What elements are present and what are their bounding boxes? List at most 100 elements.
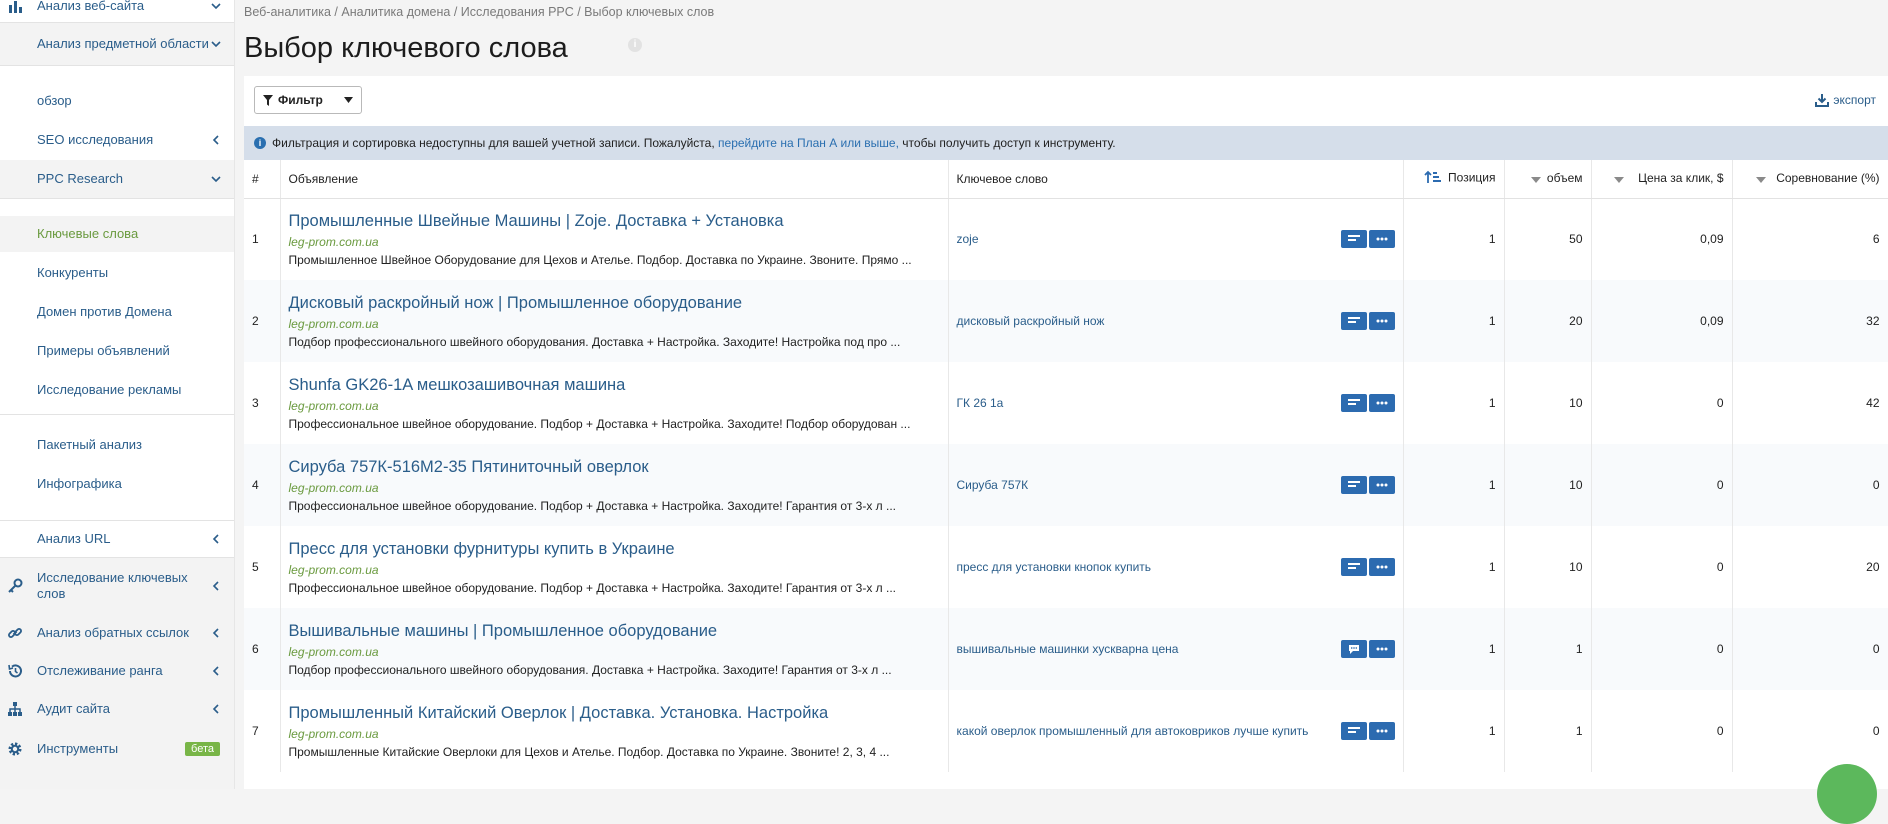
col-header-cpc-label: Цена за клик, $: [1638, 171, 1724, 186]
ad-title-link[interactable]: Дисковый раскройный нож | Промышленное о…: [289, 292, 940, 314]
sidebar-item-competitors[interactable]: Конкуренты: [0, 257, 234, 289]
sidebar-item-label: Анализ URL: [37, 531, 111, 546]
keyword-more-button[interactable]: [1368, 640, 1395, 658]
sidebar-item-backlinks[interactable]: Анализ обратных ссылок: [0, 614, 234, 652]
sidebar-item-label: SEO исследования: [37, 132, 154, 147]
ad-description: Подбор профессионального швейного оборуд…: [288, 663, 892, 677]
keyword-link[interactable]: дисковый раскройный нож: [957, 314, 1105, 328]
info-icon: i: [254, 137, 266, 149]
keyword-link[interactable]: какой оверлок промышленный для автоковри…: [957, 724, 1309, 738]
sidebar-item-domain-analysis[interactable]: Анализ предметной области: [0, 23, 234, 65]
ad-url: leg-prom.com.ua: [288, 399, 379, 413]
competition-cell: 0: [1732, 608, 1888, 690]
sidebar-item-seo-research[interactable]: SEO исследования: [0, 124, 234, 156]
volume-cell: 10: [1504, 526, 1592, 608]
sidebar-item-ppc-research[interactable]: PPC Research: [0, 160, 234, 198]
sidebar-item-rank-tracking[interactable]: Отслеживание ранга: [0, 652, 234, 690]
keyword-details-button[interactable]: [1340, 558, 1367, 576]
sidebar-item-keywords[interactable]: Ключевые слова: [0, 216, 234, 252]
sidebar-item-label: Инструменты: [37, 741, 119, 756]
col-header-num: #: [244, 160, 281, 199]
upgrade-link[interactable]: перейдите на План А или выше,: [718, 136, 899, 150]
sitemap-icon: [7, 701, 23, 717]
ad-title-link[interactable]: Shunfa GK26-1A мешкозашивочная машина: [289, 374, 940, 396]
ad-description: Профессиональное швейное оборудование. П…: [288, 581, 897, 595]
bar-chart-icon: [7, 0, 23, 14]
keyword-cell: пресс для установки кнопок купить: [948, 526, 1404, 608]
keyword-details-button[interactable]: [1340, 476, 1367, 494]
chat-widget-button[interactable]: [1817, 764, 1877, 824]
sidebar-item-tools[interactable]: Инструменты бета: [0, 728, 234, 770]
sidebar-item-ad-research[interactable]: Исследование рекламы: [0, 374, 234, 406]
keyword-details-button[interactable]: [1340, 230, 1367, 249]
keyword-cell: ГК 26 1а: [948, 362, 1404, 444]
keyword-link[interactable]: ГК 26 1а: [957, 396, 1004, 410]
sidebar-item-site-audit[interactable]: Аудит сайта: [0, 690, 234, 728]
keyword-details-button[interactable]: [1340, 640, 1367, 658]
volume-cell: 1: [1504, 690, 1592, 772]
keyword-link[interactable]: вышивальные машинки хускварна цена: [957, 642, 1179, 656]
export-button[interactable]: экспорт: [1815, 93, 1876, 107]
table-header-row: # Объявление Ключевое слово Позиция объе…: [244, 160, 1888, 199]
col-header-competition[interactable]: Соревнование (%): [1732, 160, 1888, 199]
keyword-cell: Сируба 757К: [948, 444, 1404, 526]
gear-icon: [7, 741, 23, 757]
sidebar-item-infographics[interactable]: Инфографика: [0, 468, 234, 500]
keyword-details-button[interactable]: [1340, 312, 1367, 330]
keyword-link[interactable]: zoje: [957, 232, 979, 246]
cpc-cell: 0,09: [1591, 198, 1733, 280]
chevron-left-icon: [210, 134, 222, 146]
sidebar-item-overview[interactable]: обзор: [0, 85, 234, 117]
keyword-actions: [1340, 312, 1395, 330]
col-header-cpc[interactable]: Цена за клик, $: [1591, 160, 1733, 199]
ad-url: leg-prom.com.ua: [288, 317, 379, 331]
keyword-more-button[interactable]: [1368, 476, 1395, 494]
ad-cell: Пресс для установки фурнитуры купить в У…: [280, 526, 949, 608]
sidebar-item-label: Анализ предметной области: [37, 36, 209, 51]
ad-title-link[interactable]: Промышленные Швейные Машины | Zoje. Дост…: [289, 210, 940, 232]
info-icon[interactable]: i: [628, 38, 642, 52]
ad-title-link[interactable]: Промышленный Китайский Оверлок | Доставк…: [289, 702, 940, 724]
ad-description: Подбор профессионального швейного оборуд…: [288, 335, 901, 349]
lines-icon: [1347, 235, 1360, 243]
ad-title-link[interactable]: Вышивальные машины | Промышленное оборуд…: [289, 620, 940, 642]
row-number: 4: [244, 444, 281, 526]
export-label: экспорт: [1833, 93, 1876, 107]
sidebar-item-domain-vs-domain[interactable]: Домен против Домена: [0, 296, 234, 328]
sidebar-item-ad-examples[interactable]: Примеры объявлений: [0, 335, 234, 367]
ad-title-link[interactable]: Сируба 757К-516М2-35 Пятиниточный оверло…: [289, 456, 940, 478]
sidebar-item-url-analysis[interactable]: Анализ URL: [0, 522, 234, 556]
sidebar-item-label: Пакетный анализ: [37, 437, 143, 452]
ad-cell: Промышленный Китайский Оверлок | Доставк…: [280, 690, 949, 772]
keyword-more-button[interactable]: [1368, 230, 1395, 249]
filter-button[interactable]: Фильтр: [254, 86, 362, 114]
keyword-actions: [1340, 722, 1395, 740]
table-row: 6 Вышивальные машины | Промышленное обору…: [244, 608, 1888, 690]
keyword-link[interactable]: Сируба 757К: [957, 478, 1029, 492]
keyword-more-button[interactable]: [1368, 312, 1395, 330]
keyword-details-button[interactable]: [1340, 394, 1367, 412]
keyword-more-button[interactable]: [1368, 394, 1395, 412]
ad-description: Промышленное Швейное Оборудование для Це…: [288, 253, 912, 268]
sidebar-item-label: Анализ веб-сайта: [37, 0, 145, 13]
col-header-volume[interactable]: объем: [1504, 160, 1592, 199]
volume-cell: 50: [1504, 198, 1592, 280]
position-cell: 1: [1403, 608, 1505, 690]
caret-down-icon: [344, 97, 353, 103]
ad-cell: Промышленные Швейные Машины | Zoje. Дост…: [280, 198, 949, 280]
cpc-cell: 0: [1591, 608, 1733, 690]
ad-cell: Вышивальные машины | Промышленное оборуд…: [280, 608, 949, 690]
sort-ascending-icon: [1424, 170, 1442, 187]
sidebar-item-batch-analysis[interactable]: Пакетный анализ: [0, 429, 234, 461]
sidebar-item-keyword-research[interactable]: Исследование ключевых слов: [0, 558, 234, 614]
keyword-more-button[interactable]: [1368, 722, 1395, 740]
ad-title-link[interactable]: Пресс для установки фурнитуры купить в У…: [289, 538, 940, 560]
sidebar-item-site-analysis[interactable]: Анализ веб-сайта: [0, 0, 234, 22]
key-icon: [7, 578, 23, 594]
chevron-left-icon: [210, 703, 222, 715]
col-header-position[interactable]: Позиция: [1403, 160, 1505, 199]
keyword-details-button[interactable]: [1340, 722, 1367, 740]
keyword-link[interactable]: пресс для установки кнопок купить: [957, 560, 1152, 574]
chevron-left-icon: [210, 627, 222, 639]
keyword-more-button[interactable]: [1368, 558, 1395, 576]
